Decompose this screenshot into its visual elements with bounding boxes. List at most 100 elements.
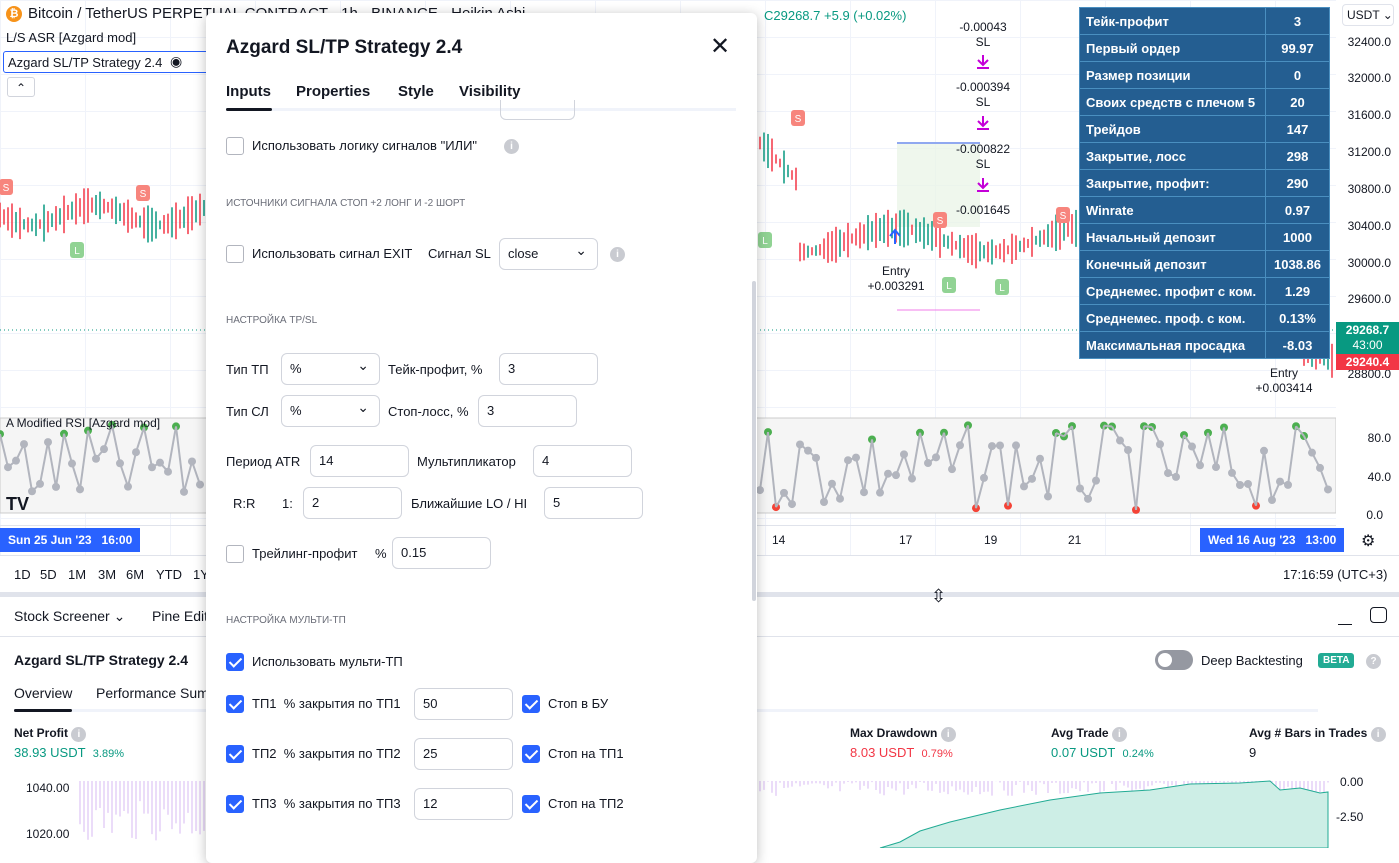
tab-overview[interactable]: Overview [14, 685, 72, 701]
stop-loss-input[interactable]: 3 [478, 395, 577, 427]
currency-select[interactable]: USDT ⌄ [1342, 4, 1394, 26]
tp3-stop-label: Стоп на ТП2 [548, 796, 624, 811]
multiplier-input[interactable]: 4 [533, 445, 632, 477]
stats-label: Конечный депозит [1079, 250, 1266, 278]
tp3-label: ТП3 % закрытия по ТП3 [252, 796, 401, 811]
sl-value: -0.00043 [959, 20, 1007, 34]
sl-label-4: -0.001645 [950, 203, 1016, 218]
range-button-1m[interactable]: 1M [68, 567, 86, 582]
indicator-asr-label[interactable]: L/S ASR [Azgard mod] [6, 30, 136, 45]
price-axis-label: 31600.0 [1347, 108, 1391, 122]
minimize-icon[interactable] [1338, 624, 1352, 625]
tab-properties[interactable]: Properties [296, 83, 370, 100]
partial-input[interactable] [500, 100, 575, 120]
stats-value: 3 [1265, 7, 1330, 35]
tab-inputs[interactable]: Inputs [226, 83, 271, 100]
change-value: +5.9 (+0.02%) [824, 8, 907, 23]
tp1-checkbox[interactable] [226, 695, 244, 713]
take-profit-input[interactable]: 3 [499, 353, 598, 385]
signal-s-text: S [3, 183, 10, 194]
drawdown-axis-label: -2.50 [1336, 810, 1364, 824]
stats-label: Тейк-профит [1079, 7, 1266, 35]
stats-label: Размер позиции [1079, 61, 1266, 89]
atr-period-input[interactable]: 14 [310, 445, 409, 477]
tab-style[interactable]: Style [398, 83, 434, 100]
rsi-axis-label: 40.0 [1367, 470, 1391, 484]
tab-visibility[interactable]: Visibility [459, 83, 520, 100]
tp2-checkbox[interactable] [226, 745, 244, 763]
range-button-ytd[interactable]: YTD [156, 567, 182, 582]
metric-label: Max Drawdown i [850, 726, 956, 742]
stats-value: 0.13% [1265, 304, 1330, 332]
info-icon[interactable]: i [1370, 727, 1386, 742]
deep-backtesting-toggle[interactable] [1155, 650, 1193, 670]
sl-value: -0.001645 [955, 203, 1011, 217]
clock[interactable]: 17:16:59 (UTC+3) [1283, 567, 1387, 582]
stats-row: Среднемес. профит с ком. 1.29 [1079, 277, 1330, 305]
tab-performance-summary[interactable]: Performance Sum [96, 685, 209, 701]
tp2-stop-checkbox[interactable] [522, 745, 540, 763]
maximize-icon[interactable] [1370, 607, 1387, 623]
strategy-legend[interactable]: Azgard SL/TP Strategy 2.4 ◉ [3, 51, 218, 73]
multi-tp-checkbox[interactable] [226, 653, 244, 671]
range-button-5d[interactable]: 5D [40, 567, 57, 582]
stats-row: Своих средств с плечом 5 20 [1079, 88, 1330, 116]
tab-stock-screener[interactable]: Stock Screener ⌄ [14, 608, 125, 625]
info-icon[interactable]: i [1111, 727, 1127, 742]
tp-type-select[interactable]: % [281, 350, 380, 385]
stats-value: 0 [1265, 61, 1330, 89]
collapse-legend-button[interactable]: ⌃ [7, 77, 35, 97]
rr-input[interactable]: 2 [303, 487, 402, 519]
tp2-stop-label: Стоп на ТП1 [548, 746, 624, 761]
settings-gear-icon[interactable]: ⚙ [1361, 531, 1375, 551]
stop-loss-label: Стоп-лосс, % [388, 404, 469, 419]
tp3-stop-checkbox[interactable] [522, 795, 540, 813]
metric-value: 8.03 USDT 0.79% [850, 745, 953, 760]
dialog-scrollbar[interactable] [752, 281, 756, 601]
stats-row: Максимальная просадка -8.03 [1079, 331, 1330, 359]
stats-label: Начальный депозит [1079, 223, 1266, 251]
tp1-close-input[interactable]: 50 [414, 688, 513, 720]
tp3-checkbox[interactable] [226, 795, 244, 813]
trailing-input[interactable]: 0.15 [392, 537, 491, 569]
sl-signal-select[interactable]: close [499, 235, 598, 270]
stats-row: Закрытие, лосс 298 [1079, 142, 1330, 170]
trailing-checkbox[interactable] [226, 545, 244, 563]
sl-signal-label: Сигнал SL [428, 246, 491, 261]
info-icon[interactable]: i [610, 247, 625, 262]
tp2-close-input[interactable]: 25 [414, 738, 513, 770]
range-button-1d[interactable]: 1D [14, 567, 31, 582]
time-cursor-start: Sun 25 Jun '23 16:00 [0, 528, 141, 552]
sl-text: SL [975, 95, 991, 109]
range-button-6m[interactable]: 6M [126, 567, 144, 582]
range-button-3m[interactable]: 3M [98, 567, 116, 582]
exit-signal-checkbox[interactable] [226, 245, 244, 263]
price-axis-label: 31200.0 [1347, 145, 1391, 159]
select-value: close [508, 246, 539, 261]
last-price-tag: 29268.7 43:00 [1336, 322, 1399, 354]
stats-value: 147 [1265, 115, 1330, 143]
eye-icon[interactable]: ◉ [170, 53, 182, 70]
lohi-input[interactable]: 5 [544, 487, 643, 519]
stats-label: Среднемес. проф. с ком. [1079, 304, 1266, 332]
signal-s-text: S [140, 189, 147, 200]
close-icon[interactable]: ✕ [710, 35, 730, 59]
info-icon[interactable]: i [940, 727, 956, 742]
info-icon[interactable]: i [71, 727, 87, 742]
sl-type-select[interactable]: % [281, 392, 380, 427]
equity-axis-label: 1020.00 [26, 827, 70, 841]
stats-label: Закрытие, лосс [1079, 142, 1266, 170]
tab-pine-editor[interactable]: Pine Edit [152, 608, 208, 624]
or-logic-checkbox[interactable] [226, 137, 244, 155]
info-icon[interactable]: i [504, 139, 519, 154]
rsi-indicator-label[interactable]: A Modified RSI [Azgard mod] [6, 416, 160, 430]
rsi-line [991, 444, 1001, 448]
help-icon[interactable]: ? [1366, 654, 1381, 669]
tp1-label: ТП1 % закрытия по ТП1 [252, 696, 401, 711]
tp1-stop-checkbox[interactable] [522, 695, 540, 713]
metric-percent: 0.24% [1122, 748, 1154, 760]
tp3-close-input[interactable]: 12 [414, 788, 513, 820]
stats-value: 298 [1265, 142, 1330, 170]
stats-value: 290 [1265, 169, 1330, 197]
metric-label-text: Avg Trade [1051, 726, 1109, 740]
